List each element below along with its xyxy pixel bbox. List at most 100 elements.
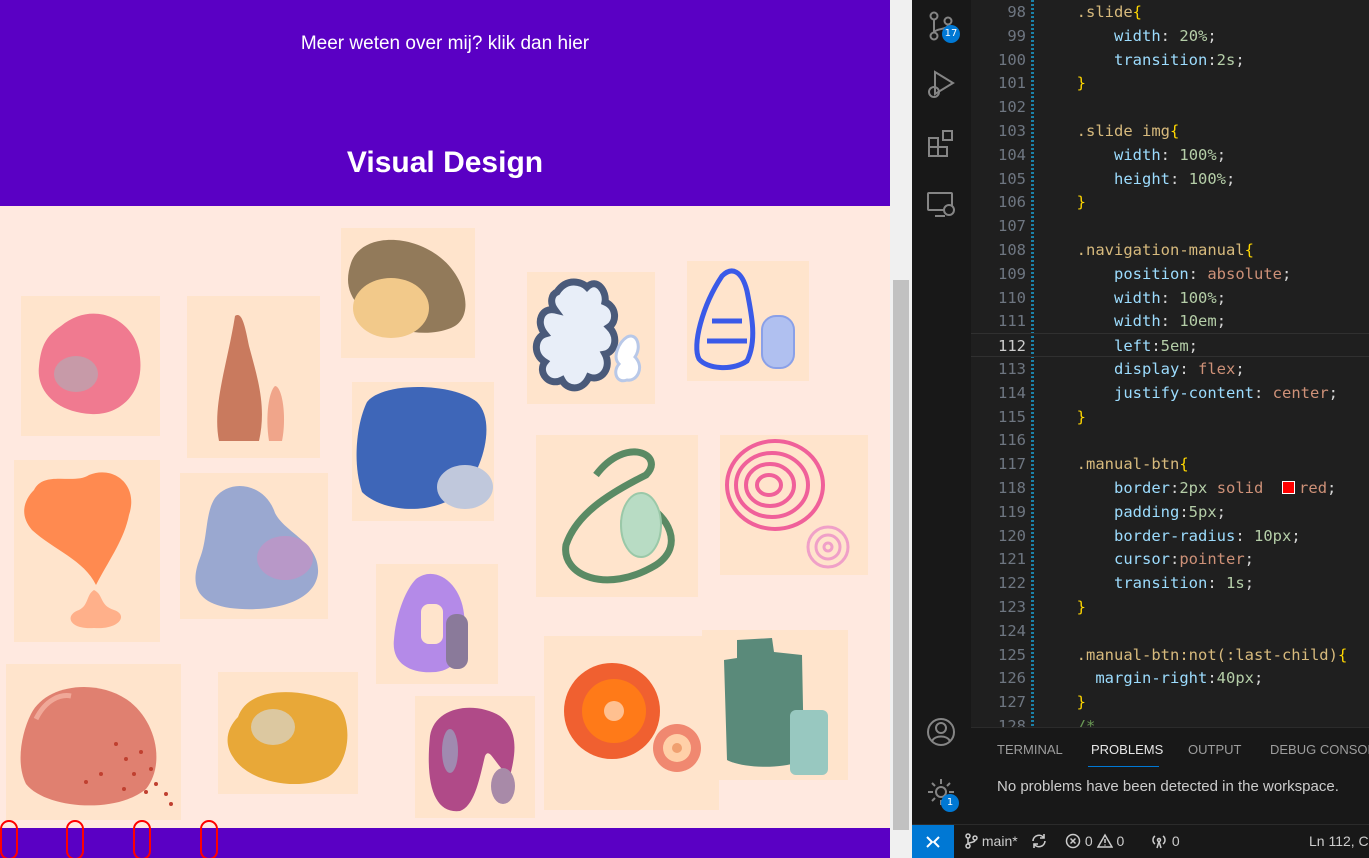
broadcast-icon [1152,835,1166,849]
manual-nav-button-1[interactable] [0,820,18,858]
remote-indicator-button[interactable] [912,825,954,858]
code-line[interactable]: 110 width: 100%; [971,286,1369,310]
lavender-blob-icon [180,473,328,619]
line-number: 106 [998,193,1026,212]
settings-gear-icon[interactable]: 1 [925,776,959,812]
terracotta-vase-icon [187,296,320,458]
line-number: 122 [998,574,1026,593]
code-line[interactable]: 115 } [971,405,1369,429]
code-line[interactable]: 106 } [971,190,1369,214]
error-icon [1065,833,1081,849]
line-number: 103 [998,122,1026,140]
code-line[interactable]: 103 .slide img{ [971,119,1369,143]
purple-arch-icon [376,564,498,684]
remote-explorer-icon[interactable] [925,188,957,220]
warning-icon [1096,833,1113,848]
code-line[interactable]: 98 .slide{ [971,0,1369,24]
line-number: 104 [998,145,1026,164]
white-coral-icon [527,272,655,404]
problems-message: No problems have been detected in the wo… [997,778,1339,795]
code-line[interactable]: 124 [971,619,1369,643]
salmon-blob-icon [6,664,181,820]
accounts-icon[interactable] [925,716,957,748]
line-number: 110 [998,288,1026,307]
page-scrollbar[interactable] [890,0,912,858]
code-line[interactable]: 111 width: 10em; [971,309,1369,333]
code-text: } [1076,193,1087,212]
source-control-icon[interactable]: 17 [925,10,960,43]
branch-indicator[interactable]: main* [964,833,1018,849]
line-number: 119 [998,502,1026,521]
code-line[interactable]: 99 width: 20%; [971,24,1369,48]
line-number: 100 [998,50,1026,69]
line-number: 124 [998,621,1026,640]
manual-nav-button-3[interactable] [133,820,151,858]
code-text: transition:2s; [1114,50,1245,69]
code-editor[interactable]: 98 .slide{99 width: 20%; 100 transition:2… [971,0,1369,727]
sync-icon[interactable] [1030,833,1048,849]
code-line[interactable]: 123 } [971,595,1369,619]
line-number: 120 [998,526,1026,545]
tab-debug-console[interactable]: DEBUG CONSOLE [1270,742,1369,757]
code-line[interactable]: 116 [971,428,1369,452]
code-text: } [1076,407,1087,426]
code-text: .manual-btn:not(:last-child){ [1076,645,1348,664]
ports-indicator[interactable]: 0 [1150,833,1180,849]
code-line[interactable]: 100 transition:2s; [971,48,1369,72]
magenta-hook-icon [415,696,535,818]
code-text: } [1076,693,1087,712]
code-text: width: 100%; [1114,288,1227,307]
extensions-icon[interactable] [925,128,957,160]
code-line[interactable]: 112 left:5em; [971,333,1369,358]
brown-stone-icon [341,228,475,358]
line-number: 102 [998,98,1026,117]
code-text: .navigation-manual{ [1076,241,1254,259]
page-scroll-thumb[interactable] [893,280,909,830]
code-line[interactable]: 128 /* [971,714,1369,727]
code-line[interactable]: 127 } [971,690,1369,714]
code-line[interactable]: 105 height: 100%; [971,167,1369,191]
code-line[interactable]: 122 transition: 1s; [971,571,1369,595]
problems-indicator[interactable]: 0 0 [1065,833,1124,849]
line-number: 114 [998,383,1026,402]
code-line[interactable]: 126 margin-right:40px; [971,666,1369,690]
about-me-link[interactable]: Meer weten over mij? klik dan hier [0,33,890,55]
blue-bell-icon [687,261,809,381]
tab-problems[interactable]: PROBLEMS [1091,742,1163,757]
code-line[interactable]: 120 border-radius: 10px; [971,524,1369,548]
tab-terminal[interactable]: TERMINAL [997,742,1063,757]
code-line[interactable]: 119 padding:5px; [971,500,1369,524]
code-text: } [1076,74,1087,93]
hero-title: Visual Design [346,146,544,179]
line-number: 98 [1007,3,1026,21]
code-line[interactable]: 118 border:2px solid red; [971,476,1369,500]
code-text: height: 100%; [1114,169,1236,188]
tab-output[interactable]: OUTPUT [1188,742,1241,757]
manual-nav-button-4[interactable] [200,820,218,858]
line-number: 109 [998,264,1026,283]
source-control-badge: 17 [942,25,960,43]
code-line[interactable]: 117 .manual-btn{ [971,452,1369,476]
code-line[interactable]: 114 justify-content: center; [971,381,1369,405]
code-line[interactable]: 104 width: 100%; [971,143,1369,167]
code-line[interactable]: 108 .navigation-manual{ [971,238,1369,262]
code-text: .manual-btn{ [1076,455,1189,474]
code-text: .slide{ [1076,3,1143,21]
line-number: 113 [998,360,1026,378]
manual-nav-button-2[interactable] [66,820,84,858]
run-debug-icon[interactable] [925,68,957,100]
code-line[interactable]: 121 cursor:pointer; [971,547,1369,571]
code-text: display: flex; [1114,360,1245,378]
code-line[interactable]: 125 .manual-btn:not(:last-child){ [971,643,1369,667]
line-number: 111 [998,312,1026,331]
code-text: .slide img{ [1076,122,1180,140]
code-line[interactable]: 109 position: absolute; [971,262,1369,286]
code-text: width: 20%; [1114,26,1217,45]
cursor-position[interactable]: Ln 112, C [1309,833,1369,849]
code-line[interactable]: 113 display: flex; [971,357,1369,381]
code-line[interactable]: 102 [971,95,1369,119]
branch-name: main* [981,833,1018,849]
code-line[interactable]: 107 [971,214,1369,238]
code-line[interactable]: 101 } [971,71,1369,95]
artwork-gallery [0,206,890,828]
